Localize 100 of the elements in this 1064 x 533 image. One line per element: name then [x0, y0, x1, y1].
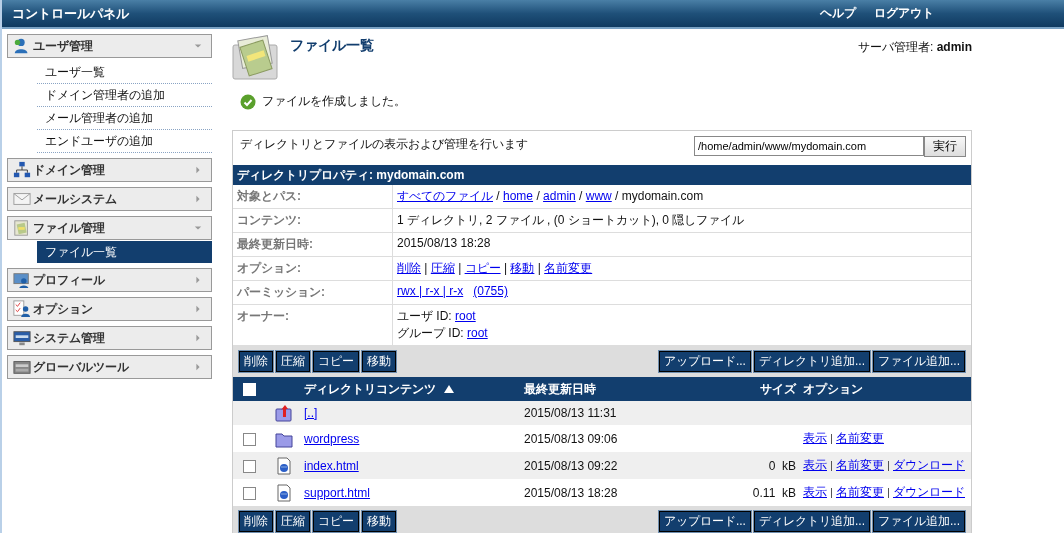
collapsed-caret-icon — [194, 363, 202, 371]
link[interactable]: admin — [543, 189, 576, 203]
action-button[interactable]: 圧縮 — [276, 351, 310, 372]
link[interactable]: root — [455, 309, 476, 323]
page-title: ファイル一覧 — [290, 37, 375, 55]
value-text: | — [423, 261, 429, 275]
collapsed-caret-icon — [194, 305, 202, 313]
parent-folder-icon[interactable] — [275, 404, 293, 422]
sort-up-icon[interactable] — [444, 385, 454, 393]
column-header[interactable]: 最終更新日時 — [524, 381, 596, 396]
link[interactable]: www — [585, 189, 612, 203]
section-label: グローバルツール — [33, 358, 130, 376]
link[interactable]: (0755) — [473, 284, 508, 298]
file-link[interactable]: [..] — [304, 406, 318, 420]
action-button[interactable]: ファイル追加... — [873, 511, 965, 532]
option-link[interactable]: ダウンロード — [893, 458, 965, 472]
properties-heading: ディレクトリプロパティ: mydomain.com — [233, 165, 971, 185]
option-link[interactable]: 名前変更 — [836, 431, 884, 445]
section-label: ドメイン管理 — [33, 161, 106, 179]
value-text: | — [457, 261, 463, 275]
property-label: 最終更新日時: — [237, 237, 313, 251]
header-link[interactable]: ログアウト — [874, 5, 934, 22]
property-label: パーミッション: — [237, 285, 325, 299]
action-button[interactable]: 移動 — [362, 511, 396, 532]
file-link[interactable]: wordpress — [304, 431, 360, 446]
column-header[interactable]: サイズ — [760, 381, 796, 396]
link[interactable]: root — [467, 326, 488, 340]
file-link[interactable]: index.html — [304, 458, 359, 473]
web-file-icon — [275, 456, 293, 475]
sidebar-item[interactable]: ユーザ一覧 — [37, 61, 212, 84]
section-icon — [13, 358, 31, 376]
option-link[interactable]: 表示 — [803, 431, 827, 445]
success-check-icon — [240, 93, 256, 110]
sidebar-item[interactable]: ドメイン管理者の追加 — [37, 84, 212, 107]
action-button[interactable]: アップロード... — [658, 511, 751, 532]
link[interactable]: rwx | r-x | r-x — [397, 284, 464, 298]
header-link[interactable]: ヘルプ — [820, 5, 856, 22]
sidebar-item[interactable]: メール管理者の追加 — [37, 107, 212, 130]
sidebar-section[interactable]: ファイル管理 — [7, 216, 212, 240]
link[interactable]: 削除 — [397, 261, 421, 275]
file-link[interactable]: support.html — [304, 485, 371, 500]
sidebar-section[interactable]: オプション — [7, 297, 212, 321]
sidebar-section[interactable]: システム管理 — [7, 326, 212, 350]
collapsed-caret-icon — [194, 195, 202, 203]
action-button[interactable]: ディレクトリ追加... — [753, 511, 870, 532]
link[interactable]: コピー — [464, 261, 501, 275]
option-link[interactable]: 名前変更 — [836, 458, 884, 472]
section-icon — [13, 329, 31, 347]
value-text: / — [495, 189, 501, 203]
expanded-caret-icon — [194, 224, 202, 232]
link[interactable]: home — [503, 189, 534, 203]
action-button[interactable]: 圧縮 — [276, 511, 310, 532]
modified-date: 2015/08/13 09:06 — [524, 431, 618, 446]
action-button[interactable]: ファイル追加... — [873, 351, 965, 372]
action-button[interactable]: 移動 — [362, 351, 396, 372]
action-button[interactable]: 削除 — [239, 351, 273, 372]
section-icon — [13, 190, 31, 208]
action-button[interactable]: コピー — [313, 511, 359, 532]
section-icon — [13, 161, 31, 179]
option-link[interactable]: 表示 — [803, 485, 827, 499]
link[interactable]: すべてのファイル — [397, 189, 493, 203]
link[interactable]: 圧縮 — [430, 261, 455, 275]
action-button[interactable]: アップロード... — [658, 351, 751, 372]
option-link[interactable]: 名前変更 — [836, 485, 884, 499]
collapsed-caret-icon — [194, 334, 202, 342]
row-checkbox[interactable] — [242, 486, 256, 500]
go-button[interactable]: 実行 — [924, 136, 966, 157]
property-label: 対象とパス: — [237, 189, 301, 203]
select-all-checkbox[interactable] — [242, 383, 256, 397]
row-checkbox[interactable] — [242, 432, 256, 446]
value-text: / mydomain.com — [614, 189, 704, 203]
column-header[interactable]: オプション — [803, 381, 863, 396]
sidebar-section[interactable]: グローバルツール — [7, 355, 212, 379]
section-label: オプション — [33, 300, 94, 318]
value-text: 1 ディレクトリ, 2 ファイル , (0 ショートカット), 0 隠しファイル — [397, 213, 745, 227]
action-button[interactable]: 削除 — [239, 511, 273, 532]
action-button[interactable]: コピー — [313, 351, 359, 372]
link[interactable]: 名前変更 — [544, 261, 593, 275]
sidebar-section[interactable]: プロフィール — [7, 268, 212, 292]
section-label: システム管理 — [33, 329, 106, 347]
path-field[interactable]: /home/admin/www/mydomain.com — [694, 136, 924, 156]
link[interactable]: 移動 — [510, 261, 535, 275]
file-size: 0.11 kB — [752, 485, 796, 500]
property-label: オーナー: — [237, 309, 289, 323]
value-text: グループ ID: — [397, 326, 465, 340]
value-text: / — [535, 189, 541, 203]
option-link[interactable]: ダウンロード — [893, 485, 965, 499]
sidebar-section[interactable]: ユーザ管理 — [7, 34, 212, 58]
modified-date: 2015/08/13 11:31 — [524, 406, 617, 420]
sidebar-section[interactable]: ドメイン管理 — [7, 158, 212, 182]
column-header[interactable]: ディレクトリコンテンツ — [304, 380, 436, 398]
sidebar-item[interactable]: ファイル一覧 — [37, 241, 212, 263]
value-text: ユーザ ID: — [397, 309, 453, 323]
option-link[interactable]: 表示 — [803, 458, 827, 472]
row-checkbox[interactable] — [242, 459, 256, 473]
user-info: サーバ管理者: admin — [858, 39, 972, 56]
action-button[interactable]: ディレクトリ追加... — [753, 351, 870, 372]
sidebar-section[interactable]: メールシステム — [7, 187, 212, 211]
sidebar-item[interactable]: エンドユーザの追加 — [37, 130, 212, 153]
web-file-icon — [275, 483, 293, 502]
